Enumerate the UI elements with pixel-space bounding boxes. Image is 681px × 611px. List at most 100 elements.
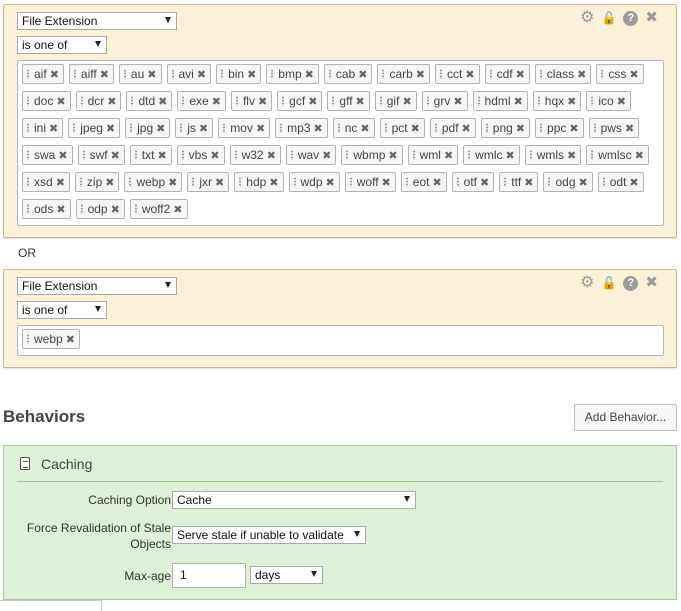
remove-tag-icon[interactable]: ✖ [465, 69, 474, 81]
remove-tag-icon[interactable]: ✖ [322, 150, 331, 162]
tag-chip[interactable]: jxr ✖ [187, 172, 230, 192]
remove-tag-icon[interactable]: ✖ [453, 96, 462, 108]
remove-tag-icon[interactable]: ✖ [625, 123, 634, 135]
tag-chip[interactable]: webp ✖ [124, 172, 183, 192]
tag-chip[interactable]: gif ✖ [374, 91, 417, 111]
remove-tag-icon[interactable]: ✖ [569, 123, 578, 135]
remove-tag-icon[interactable]: ✖ [462, 123, 471, 135]
remove-tag-icon[interactable]: ✖ [480, 177, 489, 189]
remove-tag-icon[interactable]: ✖ [111, 150, 120, 162]
tag-chip[interactable]: png ✖ [480, 118, 531, 138]
remove-tag-icon[interactable]: ✖ [388, 150, 397, 162]
caching-option-select[interactable]: Cache [172, 491, 416, 509]
tag-chip[interactable]: bmp ✖ [266, 64, 319, 84]
tag-chip[interactable]: jpeg ✖ [68, 118, 121, 138]
remove-tag-icon[interactable]: ✖ [199, 123, 208, 135]
tag-chip[interactable]: mov ✖ [218, 118, 271, 138]
remove-tag-icon[interactable]: ✖ [360, 123, 369, 135]
remove-tag-icon[interactable]: ✖ [247, 69, 256, 81]
tag-chip[interactable]: pdf ✖ [429, 118, 476, 138]
add-behavior-button[interactable]: Add Behavior... [574, 404, 677, 431]
tag-chip[interactable]: ttf ✖ [499, 172, 539, 192]
remove-tag-icon[interactable]: ✖ [505, 150, 514, 162]
field-select[interactable]: File Extension [17, 277, 177, 295]
tag-input-box[interactable]: webp ✖ [17, 325, 664, 356]
remove-tag-icon[interactable]: ✖ [100, 69, 109, 81]
remove-tag-icon[interactable]: ✖ [356, 96, 365, 108]
tag-chip[interactable]: aif ✖ [22, 64, 64, 84]
tag-chip[interactable]: ini ✖ [22, 118, 64, 138]
tag-chip[interactable]: cdf ✖ [484, 64, 530, 84]
remove-tag-icon[interactable]: ✖ [49, 123, 58, 135]
remove-tag-icon[interactable]: ✖ [157, 150, 166, 162]
tag-chip[interactable]: mp3 ✖ [275, 118, 328, 138]
remove-tag-icon[interactable]: ✖ [314, 123, 323, 135]
remove-tag-icon[interactable]: ✖ [432, 177, 441, 189]
tag-chip[interactable]: wbmp ✖ [341, 145, 403, 165]
operator-select[interactable]: is one of [17, 36, 107, 54]
remove-tag-icon[interactable]: ✖ [444, 150, 453, 162]
gear-icon[interactable]: ⚙ [580, 275, 594, 291]
tag-chip[interactable]: gcf ✖ [277, 91, 323, 111]
tag-chip[interactable]: hdml ✖ [472, 91, 528, 111]
remove-tag-icon[interactable]: ✖ [629, 177, 638, 189]
remove-tag-icon[interactable]: ✖ [326, 177, 335, 189]
remove-tag-icon[interactable]: ✖ [105, 177, 114, 189]
remove-tag-icon[interactable]: ✖ [629, 69, 638, 81]
tag-chip[interactable]: wmlc ✖ [463, 145, 520, 165]
gear-icon[interactable]: ⚙ [580, 10, 594, 26]
operator-select[interactable]: is one of [17, 301, 107, 319]
remove-tag-icon[interactable]: ✖ [66, 334, 75, 346]
remove-tag-icon[interactable]: ✖ [305, 69, 314, 81]
remove-tag-icon[interactable]: ✖ [106, 123, 115, 135]
tag-chip[interactable]: cct ✖ [435, 64, 480, 84]
tag-chip[interactable]: swa ✖ [22, 145, 73, 165]
tag-chip[interactable]: wmls ✖ [524, 145, 582, 165]
tag-chip[interactable]: zip ✖ [74, 172, 120, 192]
remove-tag-icon[interactable]: ✖ [416, 69, 425, 81]
tag-chip[interactable]: hqx ✖ [532, 91, 582, 111]
tag-chip[interactable]: nc ✖ [332, 118, 375, 138]
close-icon[interactable]: ✖ [645, 10, 658, 26]
remove-tag-icon[interactable]: ✖ [197, 69, 206, 81]
maxage-unit-select[interactable]: days [250, 566, 323, 584]
help-icon[interactable]: ? [623, 10, 639, 26]
tag-chip[interactable]: wmlsc ✖ [586, 145, 649, 165]
remove-tag-icon[interactable]: ✖ [210, 150, 219, 162]
tag-chip[interactable]: css ✖ [596, 64, 644, 84]
tag-chip[interactable]: woff ✖ [344, 172, 396, 192]
remove-tag-icon[interactable]: ✖ [158, 96, 167, 108]
remove-tag-icon[interactable]: ✖ [267, 150, 276, 162]
tag-chip[interactable]: odp ✖ [75, 199, 125, 219]
remove-tag-icon[interactable]: ✖ [56, 177, 65, 189]
tag-chip[interactable]: pws ✖ [588, 118, 640, 138]
tag-chip[interactable]: carb ✖ [377, 64, 430, 84]
tag-chip[interactable]: grv ✖ [421, 91, 468, 111]
remove-tag-icon[interactable]: ✖ [308, 96, 317, 108]
remove-tag-icon[interactable]: ✖ [567, 150, 576, 162]
tag-chip[interactable]: ppc ✖ [535, 118, 584, 138]
remove-tag-icon[interactable]: ✖ [524, 177, 533, 189]
remove-tag-icon[interactable]: ✖ [258, 96, 267, 108]
tag-chip[interactable]: gff ✖ [327, 91, 370, 111]
tag-chip[interactable]: class ✖ [534, 64, 592, 84]
remove-tag-icon[interactable]: ✖ [256, 123, 265, 135]
remove-tag-icon[interactable]: ✖ [358, 69, 367, 81]
remove-tag-icon[interactable]: ✖ [382, 177, 391, 189]
revalidation-select[interactable]: Serve stale if unable to validate [172, 526, 366, 544]
remove-tag-icon[interactable]: ✖ [567, 96, 576, 108]
remove-tag-icon[interactable]: ✖ [577, 69, 586, 81]
tag-chip[interactable]: txt ✖ [129, 145, 172, 165]
tag-chip[interactable]: aiff ✖ [68, 64, 114, 84]
lock-icon[interactable]: 🔓 [601, 10, 616, 26]
tag-chip[interactable]: hdp ✖ [234, 172, 284, 192]
remove-tag-icon[interactable]: ✖ [173, 204, 182, 216]
remove-tag-icon[interactable]: ✖ [212, 96, 221, 108]
tag-chip[interactable]: bin ✖ [216, 64, 262, 84]
remove-tag-icon[interactable]: ✖ [56, 96, 65, 108]
remove-tag-icon[interactable]: ✖ [147, 69, 156, 81]
remove-tag-icon[interactable]: ✖ [411, 123, 420, 135]
lock-icon[interactable]: 🔓 [601, 275, 616, 291]
remove-tag-icon[interactable]: ✖ [617, 96, 626, 108]
remove-tag-icon[interactable]: ✖ [514, 96, 523, 108]
